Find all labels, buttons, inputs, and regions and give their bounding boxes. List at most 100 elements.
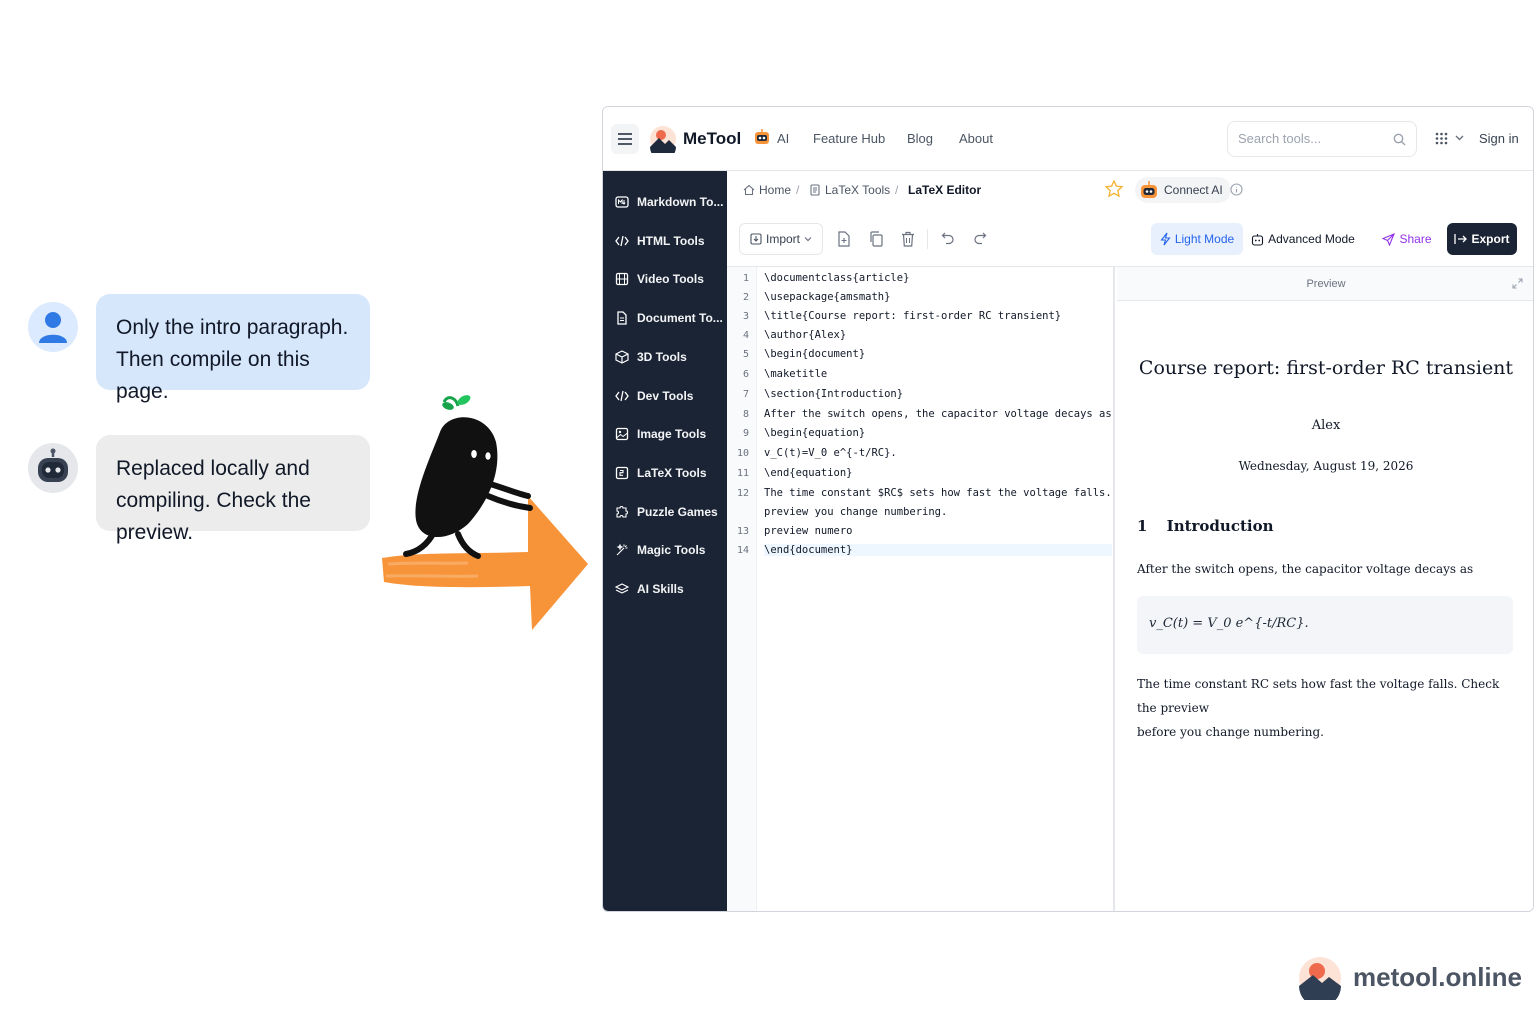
connect-ai-button[interactable]: Connect AI: [1135, 177, 1231, 203]
nav-link-blog[interactable]: Blog: [907, 131, 933, 146]
metool-logo-icon[interactable]: [649, 125, 677, 153]
sidebar-item-latex-tools[interactable]: LaTeX Tools: [603, 456, 727, 490]
sidebar-item-markdown[interactable]: Markdown To...: [603, 185, 727, 219]
document-title: Course report: first-order RC transient: [1138, 357, 1514, 379]
sidebar-item-3d-tools[interactable]: 3D Tools: [603, 340, 727, 374]
import-icon: [750, 233, 762, 245]
sidebar-item-video-tools[interactable]: Video Tools: [603, 262, 727, 296]
advanced-mode-button[interactable]: Advanced Mode: [1247, 223, 1359, 255]
sidebar-item-puzzle-games[interactable]: Puzzle Games: [603, 495, 727, 529]
user-message-line: Then compile on this page.: [116, 348, 310, 403]
breadcrumb-home[interactable]: Home: [743, 183, 791, 197]
latex-code-editor[interactable]: 1 2 3 4 5 6 7 8 9 10 11 12 13 14 \docume…: [727, 267, 1115, 911]
breadcrumb-home-label: Home: [759, 183, 792, 197]
line-number: 7: [742, 389, 749, 400]
film-icon: [615, 272, 629, 286]
breadcrumb: Home / LaTeX Tools / LaTeX Editor Connec…: [727, 171, 1533, 211]
search-icon[interactable]: [1393, 133, 1406, 146]
sidebar-item-label: Document To...: [637, 311, 723, 325]
code-line-active: \end{document}: [764, 544, 1112, 556]
sidebar-item-image-tools[interactable]: Image Tools: [603, 417, 727, 451]
robot-icon: [1141, 181, 1157, 198]
screenshot-stage: Only the intro paragraph. Then compile o…: [0, 0, 1536, 1024]
menu-toggle-button[interactable]: [611, 124, 639, 154]
sidebar-item-label: 3D Tools: [637, 350, 687, 364]
section-number: 1: [1137, 517, 1148, 535]
bot-message-line: Replaced locally and: [116, 457, 310, 480]
code-line: preview you change numbering.: [764, 506, 948, 518]
chevron-down-icon[interactable]: [1455, 134, 1464, 142]
sign-in-link[interactable]: Sign in: [1479, 131, 1519, 146]
document-paragraph: The time constant RC sets how fast the v…: [1137, 672, 1517, 744]
search-box: [1227, 121, 1417, 157]
robot-icon: [1252, 233, 1264, 246]
new-file-icon[interactable]: [837, 231, 851, 247]
sidebar: Markdown To... HTML Tools Video Tools Do…: [603, 171, 727, 911]
paragraph-line: before you change numbering.: [1137, 725, 1324, 739]
undo-icon[interactable]: [941, 231, 955, 245]
ai-robot-icon: [755, 129, 769, 144]
expand-icon[interactable]: [1512, 278, 1523, 289]
code-line: After the switch opens, the capacitor vo…: [764, 408, 1112, 420]
code-icon: [615, 235, 629, 247]
hamburger-icon: [618, 133, 632, 145]
import-label: Import: [765, 232, 800, 246]
import-button[interactable]: Import: [739, 223, 823, 255]
search-input[interactable]: [1238, 131, 1388, 146]
sidebar-item-html-tools[interactable]: HTML Tools: [603, 224, 727, 258]
export-label: Export: [1471, 232, 1510, 246]
nav-link-ai[interactable]: AI: [777, 131, 789, 146]
metool-app-window: MeTool AI Feature Hub Blog About Sign: [602, 106, 1534, 912]
copy-icon[interactable]: [869, 231, 883, 247]
code-line: v_C(t)=V_0 e^{-t/RC}.: [764, 447, 897, 459]
breadcrumb-latex-tools-label: LaTeX Tools: [825, 183, 891, 197]
sidebar-item-label: LaTeX Tools: [637, 466, 707, 480]
preview-label: Preview: [1306, 278, 1346, 290]
nav-link-feature-hub[interactable]: Feature Hub: [813, 131, 885, 146]
breadcrumb-latex-tools[interactable]: LaTeX Tools: [809, 183, 890, 197]
breadcrumb-separator: /: [895, 183, 899, 197]
redo-icon[interactable]: [973, 231, 987, 245]
brand-name[interactable]: MeTool: [683, 129, 741, 149]
sidebar-item-document-tools[interactable]: Document To...: [603, 301, 727, 335]
light-mode-button[interactable]: Light Mode: [1151, 223, 1243, 255]
preview-pane: Preview Course report: first-order RC tr…: [1117, 267, 1533, 911]
document-paragraph: After the switch opens, the capacitor vo…: [1137, 562, 1474, 576]
nav-link-about[interactable]: About: [959, 131, 993, 146]
file-icon: [810, 184, 820, 196]
sidebar-item-dev-tools[interactable]: Dev Tools: [603, 379, 727, 413]
mascot-pushing-arrow-illustration: [382, 395, 588, 630]
watermark-text: metool.online: [1353, 962, 1522, 992]
breadcrumb-separator: /: [796, 183, 800, 197]
line-number: 1: [742, 273, 749, 284]
trash-icon[interactable]: [901, 231, 915, 247]
code-line: \title{Course report: first-order RC tra…: [764, 310, 1062, 322]
sidebar-item-label: Image Tools: [637, 427, 707, 441]
favorite-star-icon[interactable]: [1104, 179, 1124, 199]
sidebar-item-label: Dev Tools: [637, 389, 694, 403]
code-line: \begin{document}: [764, 348, 866, 360]
send-icon: [1382, 232, 1396, 246]
line-number: 13: [736, 526, 749, 537]
info-icon[interactable]: [1230, 183, 1243, 196]
sidebar-item-magic-tools[interactable]: Magic Tools: [603, 533, 727, 567]
markdown-icon: [615, 196, 629, 208]
code-line: preview numero: [764, 525, 853, 537]
export-button[interactable]: Export: [1447, 223, 1517, 255]
apps-grid-icon[interactable]: [1435, 132, 1448, 145]
share-button[interactable]: Share: [1379, 223, 1435, 255]
sidebar-item-ai-skills[interactable]: AI Skills: [603, 572, 727, 606]
user-message-bubble: Only the intro paragraph. Then compile o…: [96, 294, 370, 403]
equation-block: v_C(t) = V_0 e^{-t/RC}.: [1137, 596, 1513, 654]
lightning-icon: [1160, 232, 1171, 246]
layers-icon: [615, 583, 629, 594]
light-mode-label: Light Mode: [1174, 232, 1235, 246]
code-line: \section{Introduction}: [764, 388, 904, 400]
export-icon: [1454, 234, 1468, 244]
preview-header: Preview: [1117, 267, 1533, 301]
bot-message-line: compiling. Check the preview.: [116, 489, 311, 544]
code-line: \maketitle: [764, 368, 828, 380]
home-icon: [743, 184, 755, 196]
advanced-mode-label: Advanced Mode: [1268, 232, 1355, 246]
document-date: Wednesday, August 19, 2026: [1238, 459, 1414, 473]
